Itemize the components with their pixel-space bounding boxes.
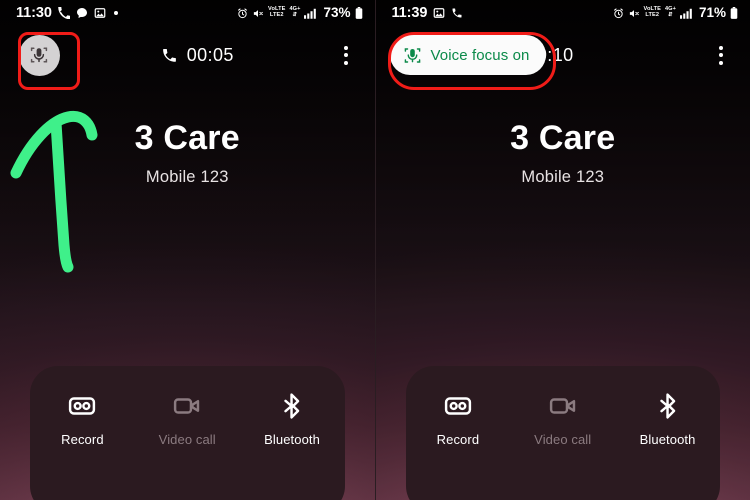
photo-icon: [94, 8, 106, 18]
contact-name: 3 Care: [510, 119, 616, 157]
status-bar-left-group: 11:39: [392, 6, 464, 21]
voice-focus-label: Voice focus on: [430, 46, 530, 64]
chat-bubble-icon: [76, 8, 87, 18]
action-video-call[interactable]: Video call: [520, 392, 606, 447]
status-bar-right-group: VoLTE LTE2 4G+ ⇵ 73%: [237, 6, 362, 20]
battery-percent-label: 73%: [323, 5, 351, 21]
status-bar: 11:39 VoLTE LTE2 4G+ ⇵ 71%: [376, 0, 750, 26]
call-top-bar: Voice focus on 00:10: [376, 26, 750, 84]
call-action-bar: Record Video call Bluetooth: [405, 366, 720, 500]
voice-focus-toggle[interactable]: [14, 30, 64, 80]
video-call-icon: [549, 398, 575, 414]
phone-icon: [452, 8, 462, 18]
contact-subtitle: Mobile 123: [521, 168, 605, 187]
call-top-bar: 00:05: [0, 26, 375, 84]
phone-icon: [58, 7, 70, 19]
volte2-icon: VoLTE LTE2: [268, 6, 286, 18]
contact-name: 3 Care: [134, 119, 240, 157]
alarm-icon: [613, 7, 623, 18]
contact-block: 3 Care Mobile 123: [0, 119, 375, 187]
action-label: Bluetooth: [639, 432, 696, 447]
action-record[interactable]: Record: [39, 392, 125, 447]
battery-percent-label: 71%: [698, 5, 726, 21]
call-action-bar: Record Video call Bluetooth: [30, 366, 345, 500]
action-label: Record: [436, 432, 480, 447]
contact-subtitle: Mobile 123: [145, 168, 229, 187]
action-record[interactable]: Record: [415, 392, 501, 447]
4g-plus-icon: 4G+ ⇵: [289, 6, 301, 18]
more-options-icon[interactable]: [706, 35, 736, 75]
phone-panel-before: 11:30 VoLTE LTE2 4G+ ⇵ 73% 00:05 3 Care …: [0, 0, 375, 500]
status-bar-left-group: 11:30: [16, 6, 118, 21]
action-label: Video call: [534, 432, 592, 447]
action-bluetooth[interactable]: Bluetooth: [625, 392, 711, 447]
call-timer-group: 00:05: [64, 45, 331, 66]
voice-focus-toggle-circle[interactable]: [18, 34, 60, 76]
record-icon: [69, 397, 96, 415]
signal-bars-icon: [679, 8, 692, 19]
phone-panel-after: 11:39 VoLTE LTE2 4G+ ⇵ 71% Voice focus o…: [374, 0, 750, 500]
microphone-focus-icon: [404, 47, 420, 63]
phone-icon: [162, 48, 176, 62]
battery-icon: [355, 7, 362, 19]
action-video-call[interactable]: Video call: [144, 392, 230, 447]
4g-plus-icon: 4G+ ⇵: [664, 6, 676, 18]
voice-focus-toggle[interactable]: Voice focus on: [389, 35, 547, 75]
video-call-icon: [174, 398, 200, 414]
mute-icon: [629, 9, 639, 17]
bluetooth-icon: [284, 393, 300, 419]
photo-icon: [433, 8, 445, 18]
record-icon: [444, 397, 472, 415]
status-bar-right-group: VoLTE LTE2 4G+ ⇵ 71%: [613, 6, 738, 20]
contact-block: 3 Care Mobile 123: [376, 119, 750, 187]
action-bluetooth[interactable]: Bluetooth: [249, 392, 335, 447]
call-timer-group: 00:10: [522, 45, 706, 66]
more-options-icon[interactable]: [331, 35, 361, 75]
alarm-icon: [238, 7, 247, 18]
action-label: Record: [61, 432, 104, 447]
action-label: Bluetooth: [264, 432, 320, 447]
status-bar-clock: 11:39: [391, 4, 428, 21]
call-timer: 00:05: [186, 44, 234, 65]
volte2-icon: VoLTE LTE2: [643, 6, 661, 18]
status-bar: 11:30 VoLTE LTE2 4G+ ⇵ 73%: [0, 0, 375, 26]
action-label: Video call: [158, 432, 216, 447]
status-bar-clock: 11:30: [16, 4, 52, 21]
microphone-focus-icon: [30, 47, 48, 63]
mute-icon: [253, 9, 263, 17]
bluetooth-icon: [659, 393, 675, 419]
signal-bars-icon: [304, 8, 317, 19]
battery-icon: [730, 7, 738, 19]
dot-indicator-icon: [113, 11, 118, 15]
call-screen-comparison-screenshot: 11:30 VoLTE LTE2 4G+ ⇵ 73% 00:05 3 Care …: [0, 0, 750, 500]
